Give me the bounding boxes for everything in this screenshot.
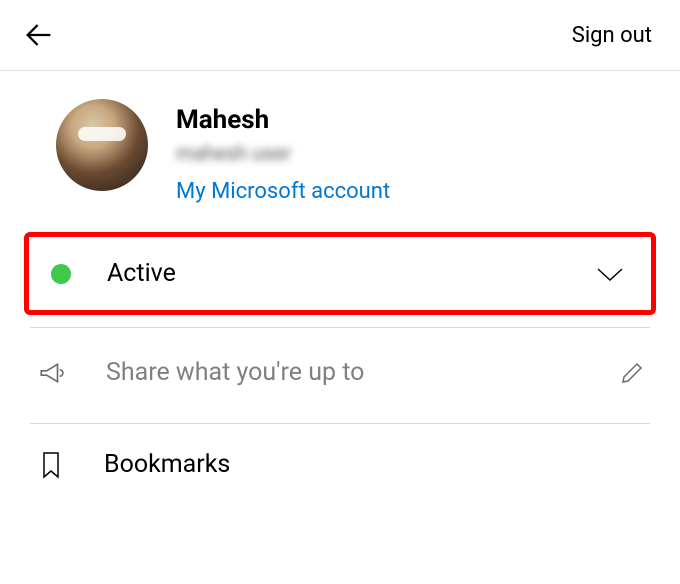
avatar[interactable] — [56, 99, 148, 191]
chevron-down-icon — [595, 265, 625, 283]
share-status-row[interactable]: Share what you're up to — [0, 328, 680, 417]
profile-username: mahesh user — [176, 141, 390, 165]
bookmark-icon — [40, 451, 62, 479]
sign-out-button[interactable]: Sign out — [572, 23, 652, 48]
pencil-icon[interactable] — [620, 361, 644, 385]
status-label: Active — [107, 259, 595, 288]
bookmarks-row[interactable]: Bookmarks — [0, 424, 680, 505]
megaphone-icon — [38, 360, 64, 386]
microsoft-account-link[interactable]: My Microsoft account — [176, 179, 390, 204]
status-dot-icon — [51, 264, 71, 284]
profile-section: Mahesh mahesh user My Microsoft account — [0, 71, 680, 228]
profile-name: Mahesh — [176, 105, 390, 135]
share-placeholder: Share what you're up to — [106, 358, 620, 387]
header-bar: Sign out — [0, 0, 680, 71]
bookmarks-label: Bookmarks — [104, 450, 230, 479]
back-arrow-icon[interactable] — [22, 18, 56, 52]
status-row[interactable]: Active — [29, 237, 651, 310]
status-highlight-box: Active — [24, 232, 656, 315]
profile-info: Mahesh mahesh user My Microsoft account — [176, 99, 390, 204]
